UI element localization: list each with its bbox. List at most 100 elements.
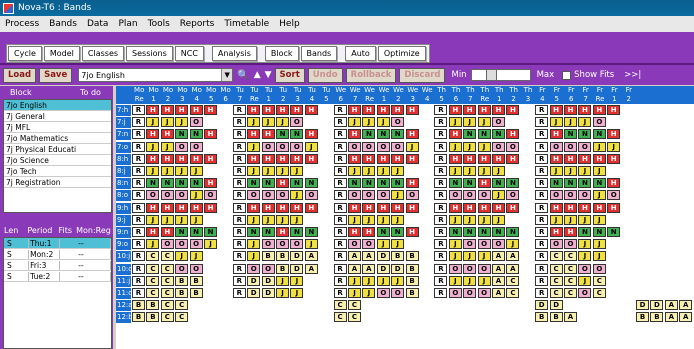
band-cell[interactable]: J	[160, 166, 174, 176]
band-cell[interactable]: A	[679, 312, 693, 323]
band-cell[interactable]: R	[535, 288, 549, 298]
band-cell[interactable]: R	[434, 227, 448, 237]
tab-cycle[interactable]: Cycle	[8, 46, 42, 61]
block-list-item[interactable]: 7j General	[4, 111, 111, 122]
band-cell[interactable]: O	[477, 239, 491, 250]
band-cell[interactable]: O	[448, 288, 462, 298]
band-cell[interactable]: A	[679, 300, 693, 311]
band-cell[interactable]: N	[376, 227, 390, 237]
band-cell[interactable]: C	[333, 312, 347, 323]
band-cell[interactable]: O	[290, 117, 304, 128]
band-cell[interactable]: H	[189, 105, 203, 115]
band-cell[interactable]: J	[492, 166, 505, 176]
band-cell[interactable]: R	[132, 275, 145, 286]
band-cell[interactable]: H	[391, 202, 405, 213]
band-cell[interactable]: B	[405, 275, 419, 286]
band-cell[interactable]: J	[578, 275, 592, 286]
search-icon[interactable]: 🔍	[237, 70, 249, 81]
band-cell[interactable]: N	[175, 178, 189, 189]
band-cell[interactable]: H	[146, 153, 160, 164]
band-cell[interactable]: O	[492, 141, 505, 152]
band-cell[interactable]: R	[535, 166, 549, 176]
band-cell[interactable]: N	[463, 227, 477, 237]
band-cell[interactable]: R	[434, 190, 448, 201]
band-cell[interactable]: J	[391, 239, 405, 250]
band-cell[interactable]: J	[247, 251, 261, 262]
band-cell[interactable]: J	[564, 166, 577, 176]
band-cell[interactable]: H	[348, 105, 361, 115]
band-cell[interactable]: H	[204, 105, 217, 115]
band-cell[interactable]: O	[247, 263, 261, 274]
band-cell[interactable]: C	[175, 312, 189, 323]
band-cell[interactable]: O	[391, 288, 405, 298]
band-cell[interactable]: C	[146, 288, 160, 298]
band-cell[interactable]: N	[362, 129, 376, 140]
band-cell[interactable]: D	[376, 251, 390, 262]
band-cell[interactable]: H	[261, 129, 275, 140]
band-cell[interactable]: J	[175, 251, 189, 262]
band-cell[interactable]: H	[362, 202, 376, 213]
band-cell[interactable]: H	[463, 202, 477, 213]
band-cell[interactable]: N	[290, 178, 304, 189]
band-cell[interactable]: B	[146, 300, 160, 311]
band-cell[interactable]: R	[333, 141, 347, 152]
band-cell[interactable]: N	[304, 227, 318, 237]
tab-ncc[interactable]: NCC	[174, 46, 204, 61]
band-cell[interactable]: O	[391, 117, 405, 128]
band-cell[interactable]: N	[506, 227, 520, 237]
band-cell[interactable]: H	[391, 153, 405, 164]
band-cell[interactable]: J	[247, 166, 261, 176]
band-cell[interactable]: R	[333, 105, 347, 115]
band-cell[interactable]: R	[434, 202, 448, 213]
band-cell[interactable]: J	[362, 166, 376, 176]
band-cell[interactable]: J	[276, 214, 289, 225]
range-slider[interactable]	[470, 69, 531, 81]
band-cell[interactable]: R	[232, 227, 246, 237]
fits-row[interactable]: S Fri:3 --	[4, 260, 111, 271]
band-cell[interactable]: O	[376, 288, 390, 298]
band-cell[interactable]: A	[492, 275, 505, 286]
band-cell[interactable]: R	[535, 263, 549, 274]
band-cell[interactable]: C	[160, 312, 174, 323]
band-cell[interactable]: D	[650, 300, 664, 311]
band-cell[interactable]: N	[578, 227, 592, 237]
band-cell[interactable]: R	[333, 275, 347, 286]
band-cell[interactable]: O	[376, 141, 390, 152]
fits-row[interactable]: S Mon:2 --	[4, 249, 111, 260]
band-cell[interactable]: J	[578, 251, 592, 262]
band-cell[interactable]: O	[376, 190, 390, 201]
band-cell[interactable]: H	[492, 202, 505, 213]
band-cell[interactable]: J	[448, 141, 462, 152]
band-cell[interactable]: H	[276, 202, 289, 213]
band-cell[interactable]: O	[592, 263, 606, 274]
band-cell[interactable]: J	[362, 117, 376, 128]
band-cell[interactable]: N	[448, 227, 462, 237]
band-cell[interactable]: O	[578, 288, 592, 298]
band-cell[interactable]: O	[175, 239, 189, 250]
band-cell[interactable]: R	[434, 263, 448, 274]
band-cell[interactable]: J	[304, 239, 318, 250]
block-select[interactable]: 7jo English ▼	[78, 68, 234, 82]
band-cell[interactable]: R	[132, 288, 145, 298]
band-cell[interactable]: H	[204, 178, 217, 189]
band-cell[interactable]: O	[564, 239, 577, 250]
band-cell[interactable]: R	[132, 141, 145, 152]
band-cell[interactable]: H	[304, 202, 318, 213]
tab-model[interactable]: Model	[43, 46, 80, 61]
band-cell[interactable]: J	[448, 166, 462, 176]
band-cell[interactable]: J	[189, 166, 203, 176]
band-cell[interactable]: R	[535, 275, 549, 286]
band-cell[interactable]: H	[477, 105, 491, 115]
band-cell[interactable]: C	[175, 300, 189, 311]
menu-data[interactable]: Data	[82, 19, 114, 29]
band-cell[interactable]: H	[578, 202, 592, 213]
band-cell[interactable]: O	[463, 190, 477, 201]
band-cell[interactable]: J	[376, 166, 390, 176]
band-cell[interactable]: O	[362, 141, 376, 152]
band-cell[interactable]: C	[592, 288, 606, 298]
band-cell[interactable]: J	[276, 275, 289, 286]
band-cell[interactable]: O	[290, 141, 304, 152]
band-cell[interactable]: N	[160, 178, 174, 189]
band-cell[interactable]: B	[650, 312, 664, 323]
band-cell[interactable]: J	[564, 214, 577, 225]
